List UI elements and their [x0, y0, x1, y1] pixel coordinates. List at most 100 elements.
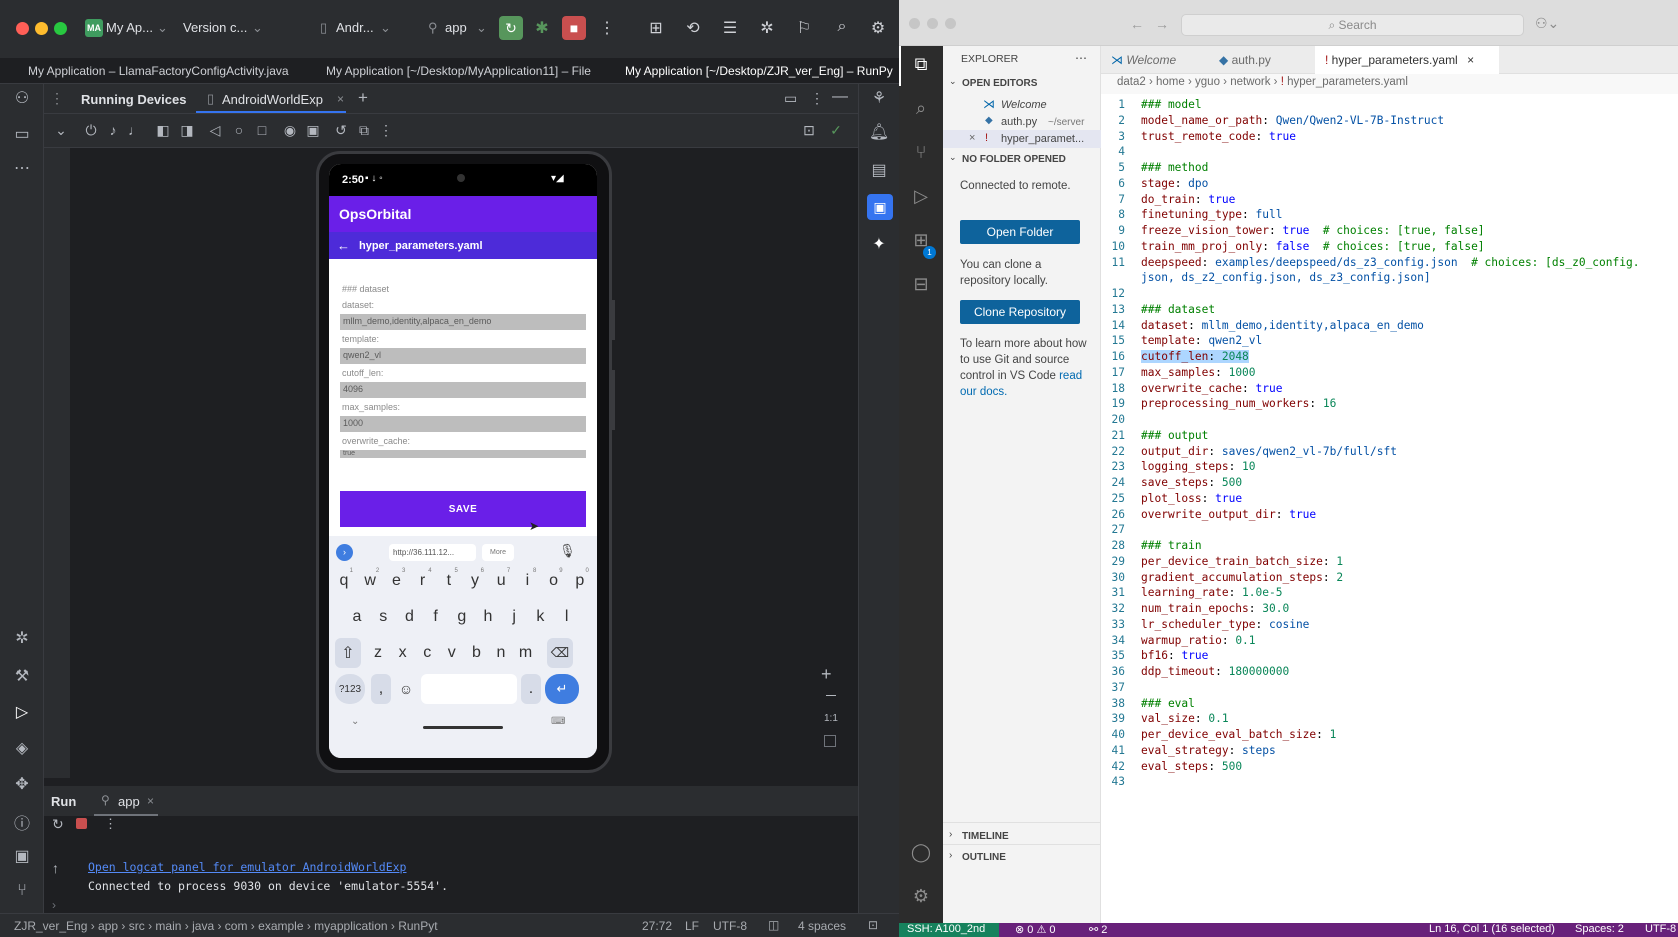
stop-small-icon[interactable]	[76, 818, 87, 829]
code-line[interactable]: 37	[1101, 679, 1678, 696]
indent-spaces[interactable]: Spaces: 2	[1575, 923, 1624, 935]
save-button[interactable]: SAVE	[340, 491, 586, 527]
code-line[interactable]: 24 save_steps: 500	[1101, 474, 1678, 491]
run-config-selector[interactable]: app	[445, 20, 467, 35]
project-icon[interactable]: ▭	[10, 124, 34, 144]
key-e[interactable]: e3	[384, 566, 408, 596]
reset-icon[interactable]: ↺	[332, 122, 350, 139]
bug-icon[interactable]: ✲	[756, 18, 778, 38]
code-line[interactable]: 38 ### eval	[1101, 695, 1678, 712]
device-tab[interactable]: AndroidWorldExp	[222, 92, 323, 107]
rotate-right-icon[interactable]: ◨	[178, 122, 196, 139]
chevron-down-icon[interactable]: ⌄	[949, 76, 957, 87]
mirror-icon[interactable]: ⧉	[355, 122, 373, 139]
code-line[interactable]: 4	[1101, 143, 1678, 160]
breadcrumb-item[interactable]: network	[1230, 76, 1270, 88]
device-selector[interactable]: Andr...	[336, 20, 374, 35]
field-input-cutoff[interactable]: 4096	[340, 382, 586, 398]
period-key[interactable]: .	[521, 674, 541, 704]
close-window-button[interactable]	[16, 22, 29, 35]
code-line[interactable]: 1 ### model	[1101, 96, 1678, 113]
cursor-position[interactable]: Ln 16, Col 1 (16 selected)	[1429, 923, 1555, 935]
build-icon[interactable]: ⚒	[10, 666, 34, 686]
symbols-key[interactable]: ?123	[335, 674, 365, 704]
code-line[interactable]: 3 trust_remote_code: true	[1101, 128, 1678, 145]
code-line[interactable]: 2 model_name_or_path: Qwen/Qwen2-VL-7B-In…	[1101, 112, 1678, 129]
kb-expand-icon[interactable]: ›	[336, 544, 353, 561]
code-line[interactable]: 21 ### output	[1101, 427, 1678, 444]
fit-screen-icon[interactable]	[824, 735, 836, 747]
explorer-more-icon[interactable]: ⋯	[1075, 51, 1087, 65]
gemini-icon[interactable]: ✦	[867, 234, 891, 254]
add-device-icon[interactable]: +	[358, 88, 368, 108]
field-input-overwrite[interactable]: true	[340, 450, 586, 458]
panel-more-icon[interactable]: ⋮	[810, 90, 824, 107]
key-n[interactable]: n	[490, 638, 512, 668]
expand-icon[interactable]: ›	[52, 898, 56, 912]
chevron-down-icon[interactable]: ⌄	[949, 152, 957, 163]
code-line[interactable]: 18 overwrite_cache: true	[1101, 380, 1678, 397]
run-debug-icon[interactable]: ▷	[909, 186, 933, 207]
emoji-key-icon[interactable]: ☺	[395, 674, 417, 704]
code-line[interactable]: 29 per_device_train_batch_size: 1	[1101, 553, 1678, 570]
close-editor-icon[interactable]: ×	[969, 132, 975, 144]
run-tab[interactable]: Run	[51, 794, 76, 809]
tab-welcome[interactable]: ⋊ Welcome	[1101, 46, 1209, 74]
timeline-header[interactable]: TIMELINE	[962, 831, 1009, 842]
backspace-key-icon[interactable]: ⌫	[547, 638, 573, 668]
window-options-icon[interactable]: ▭	[784, 90, 797, 107]
rerun-icon[interactable]: ↻	[499, 16, 523, 40]
gradle-icon[interactable]: ⚐	[793, 18, 815, 38]
vs-close-button[interactable]	[909, 18, 920, 29]
enter-key-icon[interactable]: ↵	[545, 674, 579, 704]
code-line[interactable]: 30 gradient_accumulation_steps: 2	[1101, 569, 1678, 586]
key-f[interactable]: f	[424, 602, 448, 632]
open-editor-yaml[interactable]: hyper_paramet...	[1001, 133, 1084, 145]
code-line[interactable]: 35 bf16: true	[1101, 647, 1678, 664]
open-logcat-link[interactable]: Open logcat panel for emulator AndroidWo…	[88, 860, 407, 874]
breadcrumb-item[interactable]: hyper_parameters.yaml	[1287, 76, 1408, 88]
field-input-max-samples[interactable]: 1000	[340, 416, 586, 432]
breadcrumb-item[interactable]: home	[1156, 76, 1185, 88]
device-manager-icon[interactable]: ⚘	[867, 88, 891, 108]
close-tab-icon[interactable]: ×	[337, 92, 344, 106]
open-editor-auth[interactable]: auth.py	[1001, 116, 1037, 128]
key-c[interactable]: c	[416, 638, 438, 668]
record-icon[interactable]: ▣	[304, 122, 322, 139]
debug-icon[interactable]: ✱	[531, 18, 553, 38]
rerun-small-icon[interactable]: ↻	[52, 816, 64, 833]
key-x[interactable]: x	[392, 638, 414, 668]
problems-icon[interactable]: ⓘ	[10, 810, 34, 834]
clipboard-url-chip[interactable]: http://36.111.12...	[389, 544, 476, 561]
running-devices-icon[interactable]: ▣	[867, 194, 893, 220]
app-inspection-icon[interactable]: ✥	[10, 774, 34, 794]
chevron-right-icon[interactable]: ›	[949, 829, 952, 840]
explorer-icon[interactable]: ⧉	[909, 54, 933, 75]
breadcrumb-item[interactable]: RunPyt	[398, 919, 437, 933]
breadcrumb-item[interactable]: myapplication	[314, 919, 387, 933]
back-icon[interactable]: ◁	[206, 122, 224, 139]
vcs-selector[interactable]: Version c...	[183, 20, 247, 35]
device-explorer-icon[interactable]: ▤	[867, 160, 891, 180]
power-icon[interactable]: ⏻	[82, 122, 100, 139]
window-tab-3[interactable]: My Application [~/Desktop/ZJR_ver_Eng] –…	[625, 64, 893, 78]
code-line[interactable]: 28 ### train	[1101, 537, 1678, 554]
inspect-icon[interactable]: ⊡	[800, 122, 818, 139]
code-line[interactable]: 7 do_train: true	[1101, 191, 1678, 208]
key-q[interactable]: q1	[332, 566, 356, 596]
code-line[interactable]: 34 warmup_ratio: 0.1	[1101, 632, 1678, 649]
key-v[interactable]: v	[441, 638, 463, 668]
breadcrumb-item[interactable]: java	[192, 919, 214, 933]
breadcrumb-item[interactable]: main	[155, 919, 181, 933]
key-h[interactable]: h	[476, 602, 500, 632]
list-icon[interactable]: ☰	[719, 18, 741, 38]
code-line[interactable]: 31 learning_rate: 1.0e-5	[1101, 584, 1678, 601]
key-r[interactable]: r4	[411, 566, 435, 596]
chevron-right-icon[interactable]: ›	[949, 850, 952, 861]
git-icon[interactable]: ⑂	[10, 882, 34, 900]
remote-indicator[interactable]: SSH: A100_2nd	[907, 923, 985, 935]
line-separator[interactable]: LF	[685, 919, 699, 933]
resource-manager-icon[interactable]: ⚇	[10, 88, 34, 108]
minimize-panel-icon[interactable]: —	[832, 88, 848, 106]
key-m[interactable]: m	[515, 638, 537, 668]
